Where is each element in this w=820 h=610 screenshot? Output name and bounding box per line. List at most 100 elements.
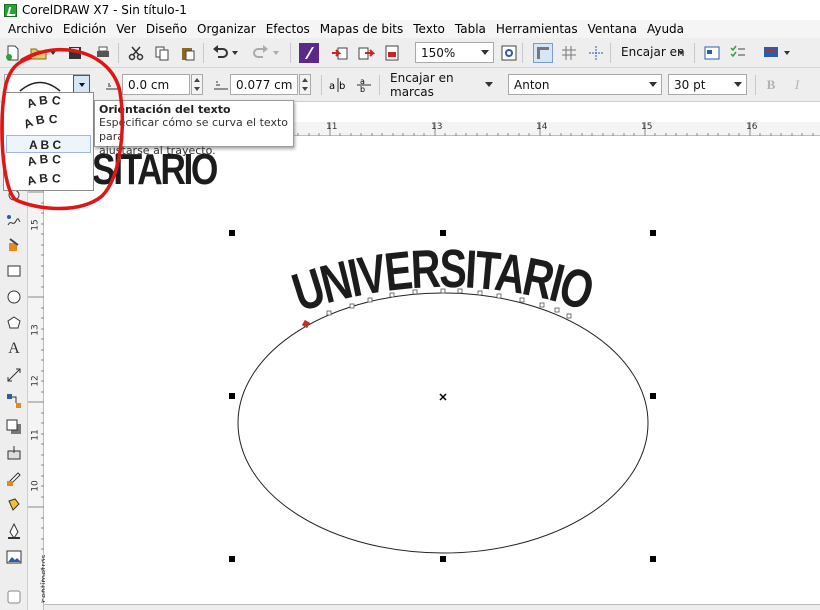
separator [118, 43, 119, 63]
ruler-number: 10 [30, 480, 41, 492]
orientation-option-5[interactable]: A B C [6, 172, 91, 190]
menu-bar: Archivo Edición Ver Diseño Organizar Efe… [0, 20, 820, 38]
orientation-option-4[interactable]: A B C [6, 153, 91, 171]
open-dropdown-icon[interactable] [49, 44, 57, 62]
distance-from-path-stepper[interactable] [299, 74, 311, 95]
snap-marks-combo[interactable]: Encajar en marcas [384, 71, 498, 99]
snap-to-menu[interactable]: Encajar en [621, 45, 685, 59]
menu-edicion[interactable]: Edición [63, 22, 106, 36]
snap-dropdown-icon[interactable] [677, 44, 685, 62]
connector-tool-icon[interactable] [5, 392, 23, 410]
drop-shadow-icon[interactable] [5, 418, 23, 436]
show-guidelines-icon[interactable] [587, 44, 605, 62]
rectangle-tool-icon[interactable] [5, 262, 23, 280]
welcome-screen-icon[interactable] [703, 44, 721, 62]
new-document-icon[interactable] [4, 44, 22, 62]
menu-ayuda[interactable]: Ayuda [647, 22, 684, 36]
zoom-level-combo[interactable]: 150% [415, 42, 494, 63]
chevron-down-icon [78, 82, 85, 87]
menu-ventana[interactable]: Ventana [588, 22, 637, 36]
menu-tabla[interactable]: Tabla [455, 22, 486, 36]
polygon-tool-icon[interactable] [5, 314, 23, 332]
ruler-number: 13 [431, 122, 443, 132]
orientation-option-text: A B C [25, 172, 62, 189]
menu-texto[interactable]: Texto [413, 22, 445, 36]
svg-text:A B C: A B C [25, 153, 61, 169]
horizontal-offset-field[interactable]: 0.0 cm [122, 74, 190, 95]
redo-dropdown-icon[interactable] [272, 44, 280, 62]
redo-icon[interactable] [252, 44, 270, 62]
eyedropper-icon[interactable] [5, 470, 23, 488]
menu-archivo[interactable]: Archivo [8, 22, 53, 36]
bold-button[interactable]: B [762, 76, 780, 94]
font-size-combo[interactable]: 30 pt [668, 74, 747, 95]
menu-diseno[interactable]: Diseño [146, 22, 187, 36]
distance-from-path-icon [212, 76, 230, 94]
cut-icon[interactable] [127, 44, 145, 62]
full-screen-preview-icon[interactable] [500, 44, 518, 62]
freehand-tool-icon[interactable] [5, 212, 23, 230]
menu-organizar[interactable]: Organizar [197, 22, 256, 36]
chevron-down-icon [649, 82, 657, 87]
launcher-dropdown-icon[interactable] [783, 44, 791, 62]
vertical-ruler[interactable]: 15 13 12 11 10 centímetros [28, 136, 48, 610]
search-content-icon[interactable] [299, 43, 319, 63]
fill-swatch-icon[interactable] [5, 588, 23, 606]
paste-icon[interactable] [179, 44, 197, 62]
orientation-option-text: A B C [24, 95, 61, 111]
ruler-number: 15 [641, 122, 653, 132]
distance-from-path-field[interactable]: 0.077 cm [230, 74, 298, 95]
show-rulers-icon[interactable] [533, 43, 553, 63]
status-strip [44, 604, 820, 610]
orientation-option-2[interactable]: A B C [6, 115, 91, 133]
ruler-ticks [28, 139, 44, 603]
italic-button[interactable]: I [788, 76, 806, 94]
menu-efectos[interactable]: Efectos [266, 22, 310, 36]
chevron-down-icon [481, 50, 489, 55]
smart-fill-icon[interactable] [5, 236, 23, 254]
tooltip-body-line-1: Especificar cómo se curva el texto para [99, 116, 289, 143]
picture-frame-icon[interactable] [5, 548, 23, 566]
menu-mapas-de-bits[interactable]: Mapas de bits [320, 22, 403, 36]
font-list-combo[interactable]: Anton [508, 74, 662, 95]
dimension-tool-icon[interactable] [5, 366, 23, 384]
undo-icon[interactable] [211, 44, 229, 62]
transparency-tool-icon[interactable] [5, 444, 23, 462]
orientation-option-text: A B C [25, 153, 61, 169]
mirror-horizontal-icon[interactable]: ab [329, 76, 347, 94]
ellipse-tool-icon[interactable] [5, 288, 23, 306]
mirror-vertical-icon[interactable]: ab [355, 76, 373, 94]
horizontal-offset-icon [104, 76, 122, 94]
drawing-canvas[interactable] [45, 137, 820, 610]
import-icon[interactable] [331, 44, 349, 62]
save-icon[interactable] [66, 44, 84, 62]
text-tool-icon[interactable]: A [5, 340, 23, 358]
ruler-number: 11 [326, 122, 338, 132]
application-launcher-icon[interactable] [762, 44, 780, 62]
export-icon[interactable] [357, 44, 375, 62]
ruler-number: 11 [30, 429, 41, 441]
publish-pdf-icon[interactable] [383, 44, 401, 62]
font-name-value: Anton [514, 77, 550, 92]
open-folder-icon[interactable] [30, 44, 48, 62]
window-title: CorelDRAW X7 - Sin título-1 [22, 3, 187, 17]
distance-from-path-value: 0.077 cm [236, 77, 293, 92]
interactive-fill-icon[interactable] [5, 496, 23, 514]
options-checklist-icon[interactable] [729, 44, 747, 62]
snap-marks-value: Encajar en marcas [390, 70, 454, 99]
copy-icon[interactable] [153, 44, 171, 62]
print-icon[interactable] [94, 44, 112, 62]
orientation-dropdown-list: A B C A B C A B C A B C A B C [3, 92, 94, 191]
orientation-option-3[interactable]: A B C [6, 135, 91, 153]
standard-toolbar: 150% Encajar en [0, 38, 820, 68]
undo-dropdown-icon[interactable] [231, 44, 239, 62]
horizontal-offset-stepper[interactable] [191, 74, 203, 95]
coreldraw-logo-icon [4, 3, 17, 17]
chevron-down-icon [485, 82, 493, 87]
show-grid-icon[interactable] [560, 44, 578, 62]
outline-pen-icon[interactable] [5, 522, 23, 540]
text-orientation-preview-icon [19, 81, 61, 92]
orientation-option-1[interactable]: A B C [6, 95, 91, 113]
menu-ver[interactable]: Ver [116, 22, 136, 36]
menu-herramientas[interactable]: Herramientas [496, 22, 578, 36]
